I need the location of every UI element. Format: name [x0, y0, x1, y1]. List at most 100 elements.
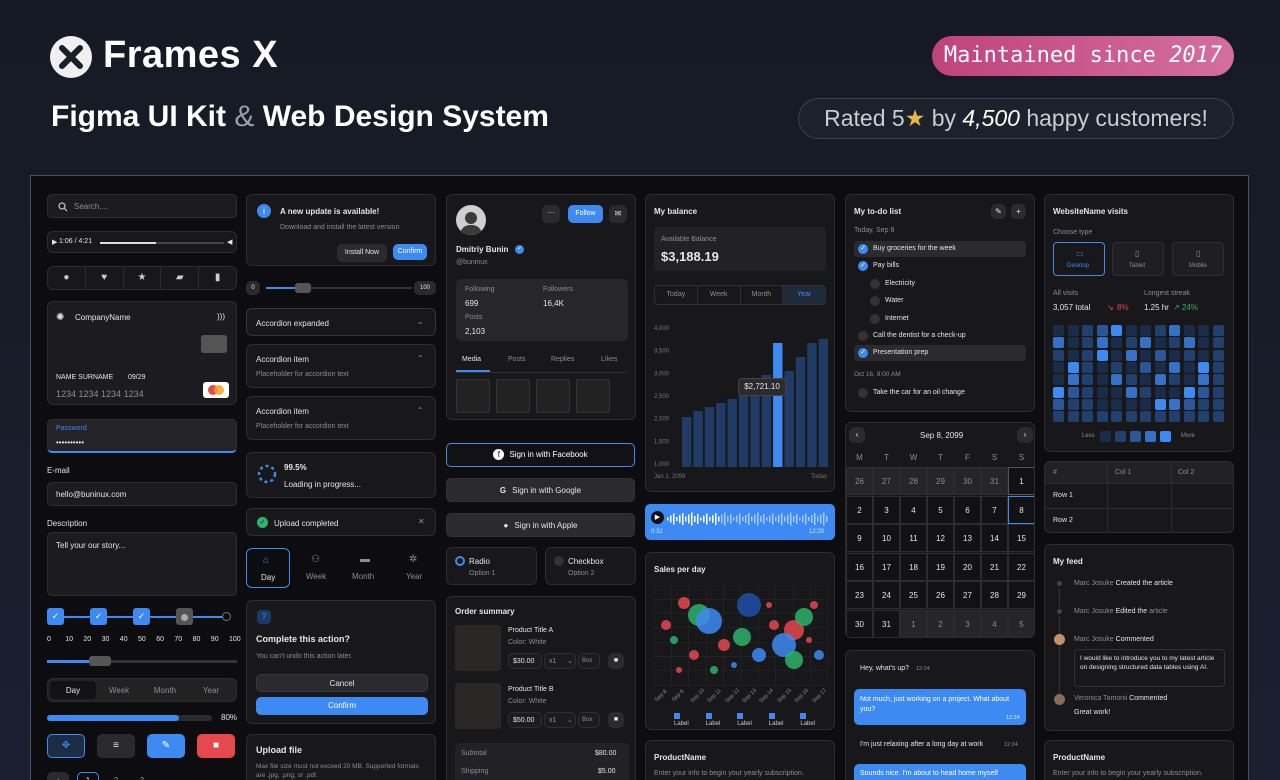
calendar-day[interactable]: 6	[954, 495, 981, 524]
calendar-day[interactable]: 3	[954, 609, 981, 637]
calendar-day[interactable]: 9	[846, 524, 873, 552]
calendar-day[interactable]: 4	[900, 495, 927, 524]
star-icon[interactable]: ★	[124, 267, 162, 289]
calendar-day[interactable]: 5	[1008, 609, 1034, 637]
chevron-right-icon[interactable]: ›	[1017, 427, 1033, 443]
calendar-day[interactable]: 24	[873, 581, 900, 609]
type-desktop[interactable]: ▭ Desktop	[1053, 242, 1105, 276]
confirm-button[interactable]: Confirm	[393, 244, 427, 260]
cancel-button[interactable]: Cancel	[256, 674, 428, 692]
tab-replies[interactable]: Replies	[551, 356, 574, 363]
calendar-day[interactable]: 18	[900, 552, 927, 581]
search-input[interactable]: Search....	[47, 194, 237, 218]
calendar-day[interactable]: 27	[873, 467, 900, 495]
prev-page-button[interactable]: ‹	[47, 772, 69, 780]
tab-media[interactable]: Media	[462, 356, 481, 363]
segment-month[interactable]: Month	[142, 681, 188, 699]
calendar-day[interactable]: 26	[846, 467, 873, 495]
calendar-day[interactable]: 29	[927, 467, 954, 495]
calendar-day[interactable]: 4	[981, 609, 1008, 637]
calendar-day[interactable]: 19	[927, 552, 954, 581]
calendar-day[interactable]: 16	[846, 552, 873, 581]
calendar-day[interactable]: 30	[846, 609, 873, 637]
todo-item[interactable]: ✓ Pay bills	[854, 258, 1026, 274]
tab-posts[interactable]: Posts	[508, 356, 526, 363]
type-tablet[interactable]: ▯ Tablet	[1112, 242, 1164, 276]
calendar-day[interactable]: 23	[846, 581, 873, 609]
calendar-day[interactable]: 22	[1008, 552, 1034, 581]
calendar-day[interactable]: 12	[927, 524, 954, 552]
todo-item[interactable]: ✓ Buy groceries for the week	[854, 241, 1026, 257]
calendar-day[interactable]: 29	[1008, 581, 1034, 609]
follow-button[interactable]: Follow	[568, 205, 603, 223]
trash-icon[interactable]: ■	[608, 712, 624, 728]
calendar-day[interactable]: 5	[927, 495, 954, 524]
calendar-day[interactable]: 10	[873, 524, 900, 552]
page-1[interactable]: 1	[77, 772, 99, 780]
chevron-left-icon[interactable]: ‹	[849, 427, 865, 443]
todo-item[interactable]: ✓ Presentation prep	[854, 345, 1026, 361]
more-icon[interactable]: ···	[542, 205, 560, 223]
calendar-day[interactable]: 8	[1008, 495, 1034, 524]
calendar-day[interactable]: 1	[900, 609, 927, 637]
install-now-button[interactable]: Install Now	[337, 244, 387, 262]
user-icon[interactable]: ●	[48, 267, 86, 289]
audio-waveform-player[interactable]: ▶ 0:32 12:29	[645, 504, 835, 540]
calendar-day[interactable]: 27	[954, 581, 981, 609]
segment-year[interactable]: Year	[188, 681, 234, 699]
tick-slider[interactable]: 0 10 20 30 40 50 60 70 80 90 100	[47, 636, 241, 666]
confirm-button[interactable]: Confirm	[256, 697, 428, 715]
radio-option[interactable]: Radio Option 1	[446, 547, 537, 585]
todo-item[interactable]: Electricity	[854, 276, 1026, 292]
chat-icon[interactable]: ▰	[161, 267, 200, 289]
calendar-day[interactable]: 2	[927, 609, 954, 637]
checkbox-option[interactable]: Checkbox Option 2	[545, 547, 636, 585]
calendar-day[interactable]: 21	[981, 552, 1008, 581]
range-slider[interactable]: 0 100	[246, 280, 436, 296]
accordion-expanded[interactable]: Accordion expanded ⌄	[246, 308, 436, 336]
page-2[interactable]: 2	[105, 772, 127, 780]
tab-likes[interactable]: Likes	[601, 356, 617, 363]
todo-item[interactable]: Water	[854, 293, 1026, 309]
calendar-day[interactable]: 1	[1008, 467, 1034, 495]
google-signin-button[interactable]: G Sign in with Google	[446, 478, 635, 502]
trash-icon[interactable]: ■	[608, 653, 624, 669]
calendar-day[interactable]: 17	[873, 552, 900, 581]
description-textarea[interactable]: Tell your our story...	[47, 532, 237, 596]
calendar-day[interactable]: 25	[900, 581, 927, 609]
nav-year[interactable]: ✲ Year	[392, 548, 436, 588]
password-field[interactable]: Password ••••••••••	[47, 419, 237, 453]
calendar-day[interactable]: 30	[954, 467, 981, 495]
calendar-day[interactable]: 7	[981, 495, 1008, 524]
close-icon[interactable]: ✕	[418, 517, 425, 526]
accordion-item[interactable]: Accordion item Placeholder for accordion…	[246, 344, 436, 388]
calendar-day[interactable]: 26	[927, 581, 954, 609]
calendar-day[interactable]: 14	[981, 524, 1008, 552]
delete-icon-button[interactable]: ■	[197, 734, 235, 758]
segment-day[interactable]: Day	[50, 681, 96, 699]
todo-item[interactable]: Call the dentist for a check-up	[854, 328, 1026, 344]
heart-icon[interactable]: ♥	[86, 267, 124, 289]
facebook-signin-button[interactable]: f Sign in with Facebook	[446, 443, 635, 467]
file-icon[interactable]: ▮	[199, 267, 236, 289]
quantity-select[interactable]: x1 ⌄	[544, 712, 576, 728]
nav-week[interactable]: ⚇ Week	[296, 548, 340, 588]
calendar-day[interactable]: 28	[981, 581, 1008, 609]
add-icon[interactable]: +	[1011, 204, 1026, 219]
calendar-day[interactable]: 15	[1008, 524, 1034, 552]
calendar-day[interactable]: 2	[846, 495, 873, 524]
grid-icon-button[interactable]: ✥	[47, 734, 85, 758]
calendar-day[interactable]: 28	[900, 467, 927, 495]
calendar-day[interactable]: 3	[873, 495, 900, 524]
calendar-day[interactable]: 13	[954, 524, 981, 552]
accordion-item[interactable]: Accordion item Placeholder for accordion…	[246, 396, 436, 440]
edit-icon[interactable]: ✎	[991, 204, 1006, 219]
calendar-day[interactable]: 31	[873, 609, 900, 637]
filter-icon-button[interactable]: ≡	[97, 734, 135, 758]
quantity-select[interactable]: x1 ⌄	[544, 653, 576, 669]
todo-item[interactable]: Take the car for an oil change	[854, 385, 1026, 401]
page-3[interactable]: 3	[131, 772, 153, 780]
todo-item[interactable]: Internet	[854, 311, 1026, 327]
apple-signin-button[interactable]: ● Sign in with Apple	[446, 513, 635, 537]
nav-day[interactable]: ⌂ Day	[246, 548, 290, 588]
